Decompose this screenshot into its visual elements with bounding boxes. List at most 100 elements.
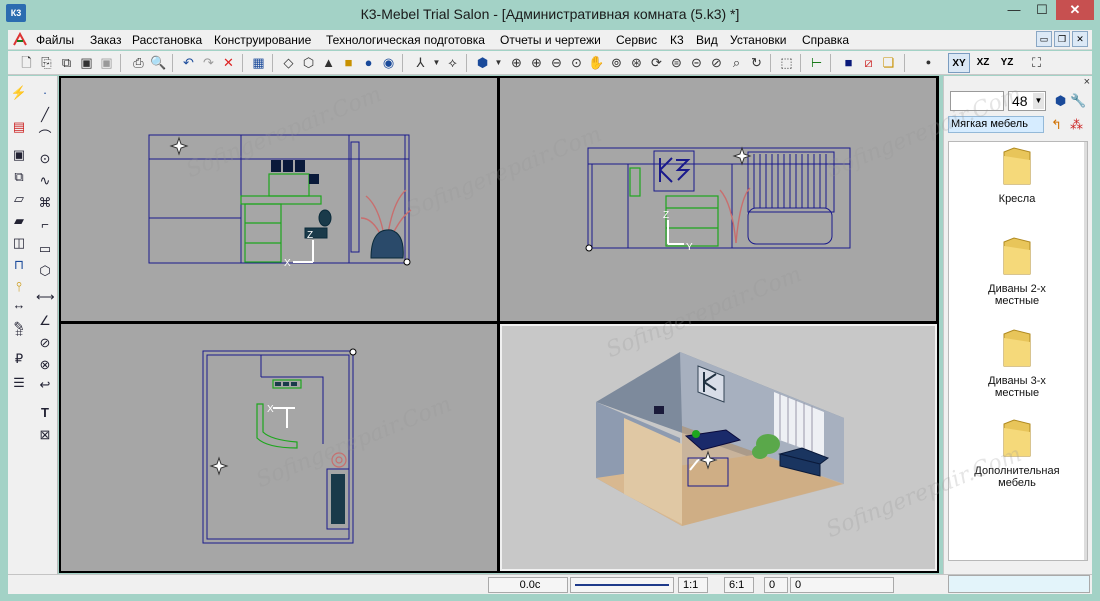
view-wire-icon[interactable]: ◇ — [280, 54, 297, 71]
dimension-icon[interactable]: ↔ — [10, 296, 28, 314]
angle-dim-icon[interactable]: ∠ — [36, 312, 54, 330]
open-icon[interactable]: ⎘ — [38, 54, 55, 71]
cube-icon[interactable]: ⬢ — [474, 54, 491, 71]
mdi-minimize-icon[interactable]: ▭ — [1036, 31, 1052, 47]
wrench-icon[interactable]: 🔧 — [1070, 92, 1087, 109]
top-viewport[interactable]: X — [61, 324, 497, 571]
plane-xy-button[interactable]: XY — [948, 53, 970, 73]
zoom-real-icon[interactable]: ⊘ — [708, 54, 725, 71]
panel-icon[interactable]: ▤ — [10, 118, 28, 136]
redo-icon[interactable]: ↷ — [200, 54, 217, 71]
circle-icon[interactable]: ⊙ — [36, 150, 54, 168]
color-fill-icon[interactable]: ■ — [840, 54, 857, 71]
menu-placement[interactable]: Расстановка — [132, 33, 202, 47]
axes-dropdown-icon[interactable]: ▼ — [428, 54, 445, 71]
cube-view-icon[interactable]: ⬢ — [1052, 92, 1069, 109]
search-icon[interactable]: ⌕ — [728, 54, 745, 71]
save-icon[interactable]: ▣ — [78, 54, 95, 71]
radius-icon[interactable]: ⊗ — [36, 356, 54, 374]
size-input[interactable] — [950, 91, 1004, 111]
point-icon[interactable]: · — [36, 84, 54, 102]
perspective-viewport[interactable] — [500, 324, 937, 571]
view-sphere-icon[interactable]: ● — [360, 54, 377, 71]
dimension-line-icon[interactable]: ⟷ — [36, 288, 55, 306]
text-icon[interactable]: T — [36, 404, 54, 422]
list-item[interactable]: Диваны 3-х местные — [949, 328, 1085, 399]
dot-icon[interactable]: ● — [920, 54, 937, 71]
fullscreen-icon[interactable]: ⛶ — [1028, 54, 1045, 71]
side-viewport[interactable]: Z Y — [500, 78, 936, 321]
no-color-icon[interactable]: ⧄ — [860, 54, 877, 71]
close-icon[interactable]: × — [1084, 76, 1090, 88]
mdi-restore-icon[interactable]: ❐ — [1054, 31, 1070, 47]
delete-icon[interactable]: ✕ — [220, 54, 237, 71]
handle-icon[interactable]: ⊓ — [10, 256, 28, 274]
line-icon[interactable]: ╱ — [36, 106, 54, 124]
list-item[interactable]: Кресла — [949, 146, 1085, 205]
menu-service[interactable]: Сервис — [616, 33, 657, 47]
scrollbar[interactable] — [1084, 142, 1087, 560]
open-template-icon[interactable]: ⧉ — [58, 54, 75, 71]
door-icon[interactable]: ◫ — [10, 234, 28, 252]
grid-icon[interactable]: ▦ — [250, 54, 267, 71]
label-icon[interactable]: ⌗ — [10, 324, 28, 342]
layers-icon[interactable]: ❏ — [880, 54, 897, 71]
arc-icon[interactable]: ⌒ — [36, 128, 54, 146]
front-viewport[interactable]: X Z — [61, 78, 497, 321]
menu-settings[interactable]: Установки — [730, 33, 786, 47]
category-field[interactable]: Мягкая мебель — [948, 116, 1044, 133]
shelf-icon[interactable]: ▱ — [10, 190, 28, 208]
polygon-icon[interactable]: ⬡ — [36, 262, 54, 280]
polyline-icon[interactable]: ⚡ — [10, 84, 28, 102]
edge-icon[interactable]: ▰ — [10, 212, 28, 230]
mdi-close-icon[interactable]: ✕ — [1072, 31, 1088, 47]
pan-icon[interactable]: ✋ — [588, 54, 605, 71]
leader-icon[interactable]: ↩ — [36, 376, 54, 394]
zoom-extent-icon[interactable]: ⊛ — [628, 54, 645, 71]
zoom-next-icon[interactable]: ⊝ — [688, 54, 705, 71]
cabinet-icon[interactable]: ⧉ — [10, 168, 28, 186]
spline-icon[interactable]: ⌘ — [36, 194, 54, 212]
zoom-all-icon[interactable]: ⊚ — [608, 54, 625, 71]
zoom-in-icon[interactable]: ⊕ — [528, 54, 545, 71]
zoom-prev-icon[interactable]: ⊜ — [668, 54, 685, 71]
rotate-tool-icon[interactable]: ⊘ — [36, 334, 54, 352]
view-box-icon[interactable]: ⬡ — [300, 54, 317, 71]
view-globe-icon[interactable]: ◉ — [380, 54, 397, 71]
new-file-icon[interactable]: 🗋 — [18, 54, 35, 71]
menu-files[interactable]: Файлы — [36, 33, 74, 47]
menu-help[interactable]: Справка — [802, 33, 849, 47]
fit-icon[interactable]: ⬚ — [778, 54, 795, 71]
save-disabled-icon[interactable]: ▣ — [98, 54, 115, 71]
plane-xz-button[interactable]: XZ — [972, 53, 994, 73]
print-icon[interactable]: ⎙ — [130, 54, 147, 71]
plane-yz-button[interactable]: YZ — [996, 53, 1018, 73]
menu-tech-prep[interactable]: Технологическая подготовка — [326, 33, 485, 47]
close-button[interactable]: ✕ — [1056, 0, 1094, 20]
minimize-button[interactable]: — — [1000, 0, 1028, 20]
list-icon[interactable]: ☰ — [10, 374, 28, 392]
undo-icon[interactable]: ↶ — [180, 54, 197, 71]
chevron-down-icon[interactable]: ▼ — [1033, 93, 1044, 109]
fillet-icon[interactable]: ⌐ — [36, 216, 54, 234]
box-icon[interactable]: ▣ — [10, 146, 28, 164]
size-select[interactable]: 48 ▼ — [1008, 91, 1046, 111]
price-icon[interactable]: ₽ — [10, 350, 28, 368]
zoom-window-icon[interactable]: ⊙ — [568, 54, 585, 71]
curve-icon[interactable]: ∿ — [36, 172, 54, 190]
menu-design[interactable]: Конструирование — [214, 33, 311, 47]
menu-view[interactable]: Вид — [696, 33, 718, 47]
perspective-icon[interactable]: ⟡ — [444, 54, 461, 71]
menu-order[interactable]: Заказ — [90, 33, 121, 47]
view-solid-icon[interactable]: ▲ — [320, 54, 337, 71]
zoom-out-icon[interactable]: ⊖ — [548, 54, 565, 71]
menu-reports[interactable]: Отчеты и чертежи — [500, 33, 601, 47]
list-item[interactable]: Дополнительная мебель — [949, 418, 1085, 489]
cube-dropdown-icon[interactable]: ▼ — [490, 54, 507, 71]
axes-icon[interactable]: ⅄ — [412, 54, 429, 71]
favorites-icon[interactable]: ⁂ — [1068, 116, 1085, 133]
rotate-icon[interactable]: ⟳ — [648, 54, 665, 71]
refresh-icon[interactable]: ↻ — [748, 54, 765, 71]
drill-icon[interactable]: ⫯ — [10, 278, 28, 296]
menu-k3[interactable]: К3 — [670, 33, 684, 47]
